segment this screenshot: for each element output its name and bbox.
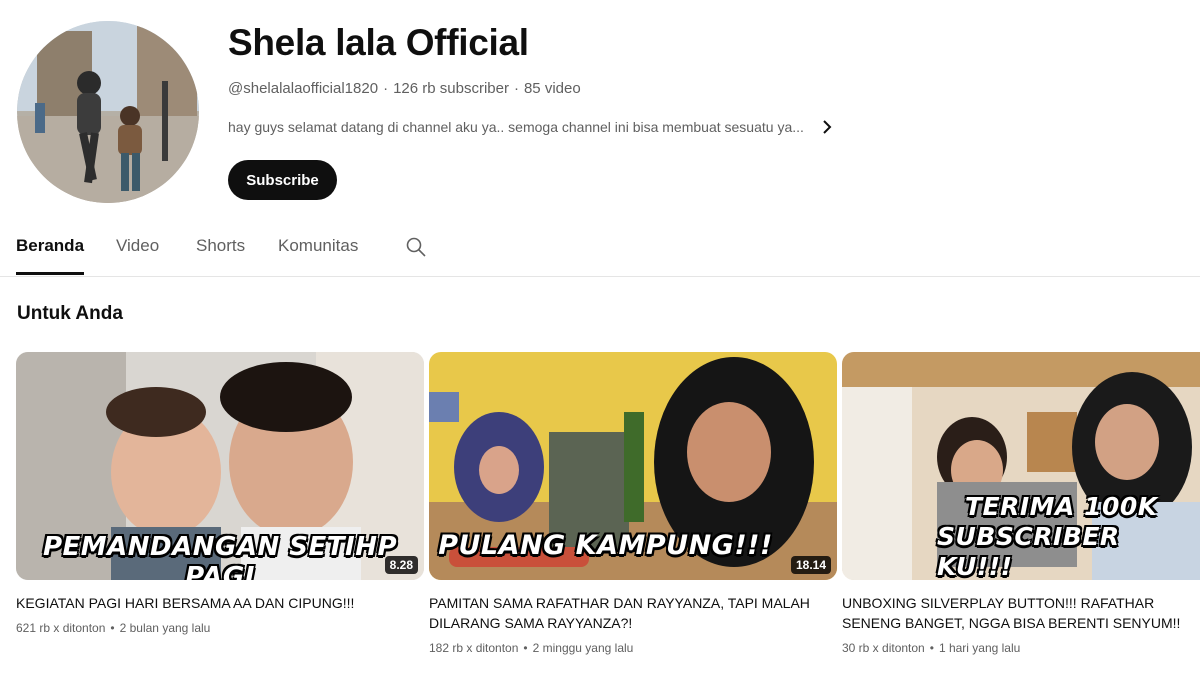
meta-dot: • <box>929 641 934 655</box>
upload-age: 2 minggu yang lalu <box>532 641 634 655</box>
meta-separator: · <box>383 80 389 97</box>
thumbnail-caption: TERIMA 100K SUBSCRIBER KU!!! <box>842 492 1200 580</box>
view-count: 621 rb x ditonton <box>16 621 106 635</box>
search-icon[interactable] <box>404 235 428 259</box>
view-count: 182 rb x ditonton <box>429 641 519 655</box>
channel-meta: @shelalalaofficial1820 · 126 rb subscriber… <box>228 80 581 97</box>
subscribe-button[interactable]: Subscribe <box>228 160 337 200</box>
view-count: 30 rb x ditonton <box>842 641 925 655</box>
channel-description[interactable]: hay guys selamat datang di channel aku y… <box>228 118 836 136</box>
meta-separator: · <box>513 80 519 97</box>
video-thumbnail[interactable]: PULANG KAMPUNG!!! 18.14 <box>429 352 837 580</box>
video-card[interactable]: TERIMA 100K SUBSCRIBER KU!!! UNBOXING SI… <box>842 352 1200 655</box>
thumbnail-caption-line: TERIMA 100K <box>965 492 1158 521</box>
video-duration: 18.14 <box>790 556 831 574</box>
video-card[interactable]: PULANG KAMPUNG!!! 18.14 PAMITAN SAMA RAF… <box>429 352 837 655</box>
meta-dot: • <box>523 641 528 655</box>
channel-name: Shela lala Official <box>228 22 529 63</box>
video-title[interactable]: KEGIATAN PAGI HARI BERSAMA AA DAN CIPUNG… <box>16 593 424 613</box>
video-thumbnail[interactable]: TERIMA 100K SUBSCRIBER KU!!! <box>842 352 1200 580</box>
tab-video[interactable]: Video <box>116 236 159 256</box>
channel-description-text: hay guys selamat datang di channel aku y… <box>228 119 804 135</box>
active-tab-indicator <box>16 272 84 275</box>
video-title[interactable]: PAMITAN SAMA RAFATHAR DAN RAYYANZA, TAPI… <box>429 593 837 633</box>
section-title: Untuk Anda <box>17 303 123 324</box>
tab-shorts[interactable]: Shorts <box>196 236 245 256</box>
channel-handle: @shelalalaofficial1820 <box>228 80 379 97</box>
upload-age: 1 hari yang lalu <box>938 641 1021 655</box>
chevron-right-icon[interactable] <box>818 118 836 136</box>
video-meta: 30 rb x ditonton • 1 hari yang lalu <box>842 641 1200 655</box>
channel-tabs: Beranda Video Shorts Komunitas <box>0 226 1200 277</box>
video-thumbnail[interactable]: PEMANDANGAN SETIHP PAGI 8.28 <box>16 352 424 580</box>
meta-dot: • <box>110 621 115 635</box>
tab-komunitas[interactable]: Komunitas <box>278 236 358 256</box>
avatar-photo <box>17 21 199 203</box>
subscriber-count: 126 rb subscriber <box>393 80 509 97</box>
video-count: 85 video <box>523 80 581 97</box>
video-meta: 621 rb x ditonton • 2 bulan yang lalu <box>16 621 424 635</box>
thumbnail-caption: PEMANDANGAN SETIHP PAGI <box>42 532 398 580</box>
thumbnail-caption: PULANG KAMPUNG!!! <box>438 530 773 561</box>
video-title[interactable]: UNBOXING SILVERPLAY BUTTON!!! RAFATHAR S… <box>842 593 1200 633</box>
upload-age: 2 bulan yang lalu <box>119 621 211 635</box>
thumbnail-caption-line: SUBSCRIBER KU!!! <box>937 522 1120 580</box>
video-card[interactable]: PEMANDANGAN SETIHP PAGI 8.28 KEGIATAN PA… <box>16 352 424 635</box>
channel-avatar[interactable] <box>17 21 199 203</box>
video-meta: 182 rb x ditonton • 2 minggu yang lalu <box>429 641 837 655</box>
video-duration: 8.28 <box>384 556 418 574</box>
tab-beranda[interactable]: Beranda <box>16 236 84 256</box>
